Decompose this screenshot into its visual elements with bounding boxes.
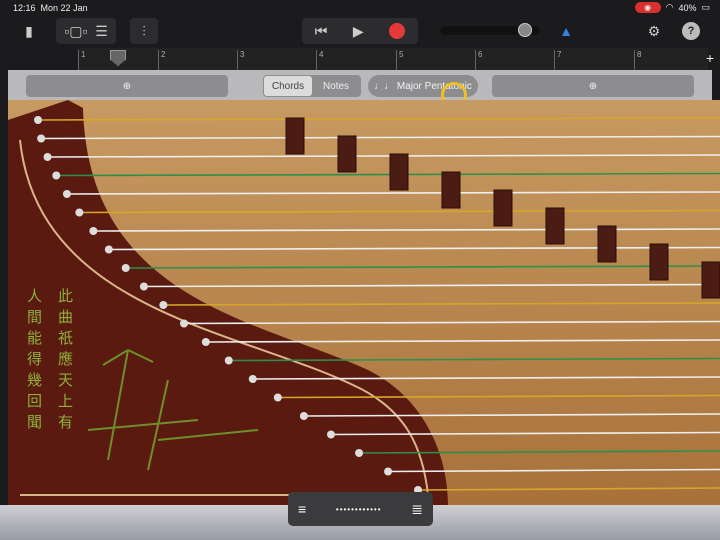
tuning-peg [201, 338, 210, 346]
battery-icon: ▭ [701, 2, 710, 12]
tracks-view-icon[interactable]: ▫▢▫ [64, 23, 87, 40]
many-strings-icon: ≣ [411, 500, 423, 517]
status-bar: 12:16 Mon 22 Jan ◉ ◠ 40% ▭ [0, 0, 720, 16]
guzheng-instrument[interactable]: 此曲祇應天上有 人間能得幾回聞 [8, 100, 720, 505]
string-bridge [701, 261, 720, 299]
tuning-peg [52, 171, 61, 180]
tuning-peg [104, 245, 113, 254]
document-icon[interactable]: ▮ [18, 18, 40, 44]
bar-1: 1 [78, 50, 85, 70]
notes-icon: ♩♩ [374, 80, 395, 92]
tuning-peg [224, 356, 233, 365]
playhead[interactable] [110, 50, 126, 66]
tuning-peg [34, 116, 42, 124]
tuning-peg [37, 134, 46, 143]
tuning-peg [355, 449, 364, 457]
string-bridge [597, 225, 617, 263]
bar-8: 8 [634, 50, 641, 70]
string-bridge [649, 243, 669, 281]
toolbar: ▮ ▫▢▫ ☰ ⫶ ⏮ ▶ ▲ ⚙ ? [0, 16, 720, 46]
bar-7: 7 [554, 50, 561, 70]
add-section-button[interactable]: + [706, 50, 714, 66]
help-icon[interactable]: ? [682, 22, 700, 40]
transport-controls: ⏮ ▶ [302, 18, 418, 44]
zoom-in-icon: ⊕ [122, 80, 132, 92]
zoom-left-button[interactable]: ⊕ [26, 75, 228, 97]
play-icon[interactable]: ▶ [353, 23, 364, 40]
notes-tab[interactable]: Notes [312, 76, 360, 96]
timeline-ruler[interactable]: 1 2 3 4 5 6 7 8 + [78, 48, 714, 70]
bar-3: 3 [237, 50, 244, 70]
few-strings-icon: ≡ [298, 501, 307, 517]
zoom-right-button[interactable]: ⊕ [492, 75, 694, 97]
tuning-peg [121, 264, 130, 272]
tuning-peg [159, 301, 168, 309]
view-toggle[interactable]: ▫▢▫ ☰ [56, 18, 116, 44]
string-bridge [493, 189, 513, 227]
tuning-peg [326, 430, 335, 439]
tuning-peg [43, 153, 52, 161]
bar-4: 4 [316, 50, 323, 70]
bar-2: 2 [158, 50, 165, 70]
tuning-peg [62, 190, 71, 198]
string-bridge [285, 117, 305, 155]
slider-dots: •••••••••••• [335, 504, 382, 514]
wifi-icon: ◠ [665, 2, 674, 12]
tuning-peg [139, 282, 148, 291]
tuning-peg [299, 412, 308, 420]
tuning-peg [248, 375, 257, 383]
poem-right-column: 此曲祇應天上有 [56, 288, 74, 435]
bar-6: 6 [475, 50, 482, 70]
metronome-icon[interactable]: ▲ [555, 18, 577, 44]
tuning-peg [89, 227, 98, 235]
mixer-icon[interactable]: ⫶ [130, 18, 158, 44]
battery-level: 40% [678, 2, 697, 13]
chords-tab[interactable]: Chords [264, 76, 312, 96]
zoom-in-icon: ⊕ [588, 80, 598, 92]
string-bridge [389, 153, 409, 191]
guzheng-strings[interactable] [8, 100, 720, 505]
time: 12:16 [13, 3, 36, 13]
date: Mon 22 Jan [40, 3, 88, 13]
bar-5: 5 [396, 50, 403, 70]
tuning-peg [75, 208, 84, 217]
rewind-icon[interactable]: ⏮ [315, 23, 328, 40]
instrument-controls: ⊕ Chords Notes ♩♩ Major Pentatonic ⊕ [8, 70, 712, 108]
string-range-slider[interactable]: ≡ •••••••••••• ≣ [288, 492, 433, 526]
tuning-peg [384, 467, 393, 476]
record-icon[interactable] [389, 23, 406, 39]
tuning-peg [180, 319, 189, 328]
volume-knob[interactable] [518, 23, 532, 37]
screen-record-indicator[interactable]: ◉ [634, 2, 661, 13]
volume-slider[interactable] [440, 23, 540, 37]
string-bridge [545, 207, 565, 245]
string-bridge [441, 171, 461, 209]
chords-notes-toggle[interactable]: Chords Notes [263, 75, 361, 97]
string-bridge [337, 135, 357, 173]
tuning-peg [273, 393, 282, 402]
settings-icon[interactable]: ⚙ [643, 18, 665, 44]
poem-left-column: 人間能得幾回聞 [25, 288, 43, 435]
list-view-icon[interactable]: ☰ [95, 23, 108, 40]
